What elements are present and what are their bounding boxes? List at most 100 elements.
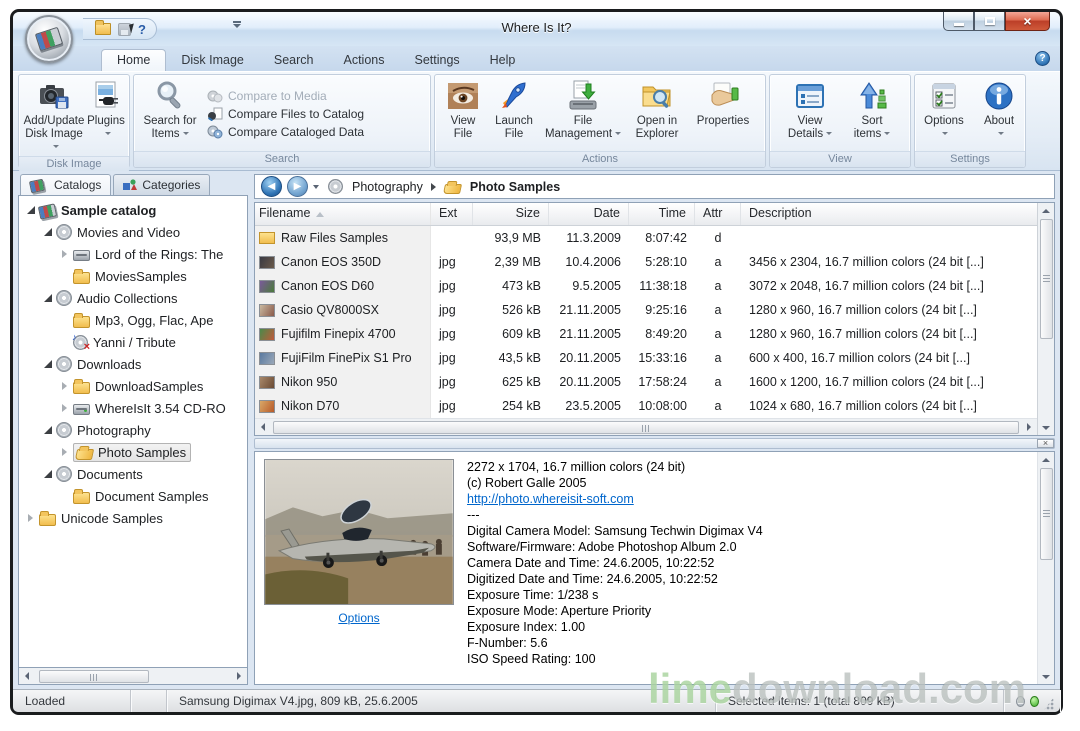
scrollbar-thumb[interactable] xyxy=(1040,219,1053,339)
expander-icon[interactable] xyxy=(42,424,54,436)
expander-icon[interactable] xyxy=(25,512,37,524)
compare-cataloged-data-button[interactable]: Compare Cataloged Data xyxy=(207,125,364,139)
scroll-down-icon[interactable] xyxy=(1038,420,1054,435)
ext-cell: jpg xyxy=(431,394,473,418)
breadcrumb-photo-samples[interactable]: Photo Samples xyxy=(470,180,560,194)
view-file-button[interactable]: ViewFile xyxy=(438,77,488,151)
table-horizontal-scrollbar[interactable] xyxy=(255,418,1037,435)
table-row[interactable]: Fujifilm Finepix 4700 jpg 609 kB 21.11.2… xyxy=(255,322,1037,346)
tab-settings[interactable]: Settings xyxy=(399,50,474,71)
table-row[interactable]: Casio QV8000SX jpg 526 kB 21.11.2005 9:2… xyxy=(255,298,1037,322)
preview-options-link[interactable]: Options xyxy=(338,611,379,625)
tree-item[interactable]: Mp3, Ogg, Flac, Ape xyxy=(21,309,247,331)
sort-items-button[interactable]: Sort items xyxy=(846,77,898,151)
table-row[interactable]: Nikon 950 jpg 625 kB 20.11.2005 17:58:24… xyxy=(255,370,1037,394)
tree-item[interactable]: Document Samples xyxy=(21,485,247,507)
tab-categories[interactable]: Categories xyxy=(113,174,210,195)
scroll-left-icon[interactable] xyxy=(255,420,271,435)
ribbon-help-button[interactable]: ? xyxy=(1035,51,1050,66)
add-update-disk-image-button[interactable]: Add/Update Disk Image xyxy=(22,77,86,156)
header-size[interactable]: Size xyxy=(473,203,549,225)
table-vertical-scrollbar[interactable] xyxy=(1037,203,1054,435)
nav-history-dropdown-icon[interactable] xyxy=(313,185,319,189)
search-for-items-button[interactable]: Search for Items xyxy=(137,77,203,151)
header-attr[interactable]: Attr xyxy=(695,203,741,225)
tree-item[interactable]: WhereIsIt 3.54 CD-RO xyxy=(21,397,247,419)
table-row[interactable]: FujiFilm FinePix S1 Pro jpg 43,5 kB 20.1… xyxy=(255,346,1037,370)
scroll-right-icon[interactable] xyxy=(1021,420,1037,435)
properties-button[interactable]: Properties xyxy=(688,77,758,151)
tree-horizontal-scrollbar[interactable] xyxy=(18,668,248,685)
open-catalog-icon[interactable] xyxy=(95,23,111,35)
tab-actions[interactable]: Actions xyxy=(328,50,399,71)
header-date[interactable]: Date xyxy=(549,203,629,225)
attr-cell: a xyxy=(695,370,741,394)
tree-item[interactable]: Documents xyxy=(21,463,247,485)
scroll-left-icon[interactable] xyxy=(19,669,35,684)
tree-item-selected[interactable]: Photo Samples xyxy=(21,441,247,463)
table-row[interactable]: Canon EOS D60 jpg 473 kB 9.5.2005 11:38:… xyxy=(255,274,1037,298)
compare-files-to-catalog-button[interactable]: Compare Files to Catalog xyxy=(207,107,364,121)
tree-item[interactable]: Lord of the Rings: The xyxy=(21,243,247,265)
expander-icon[interactable] xyxy=(59,380,71,392)
expander-icon[interactable] xyxy=(59,446,71,458)
scroll-up-icon[interactable] xyxy=(1038,203,1054,218)
app-menu-button[interactable] xyxy=(25,15,73,63)
tab-disk-image[interactable]: Disk Image xyxy=(166,50,259,71)
launch-file-button[interactable]: LaunchFile xyxy=(488,77,540,151)
tree-item[interactable]: Photography xyxy=(21,419,247,441)
expander-icon[interactable] xyxy=(59,248,71,260)
scrollbar-thumb[interactable] xyxy=(273,421,1019,434)
tree-item[interactable]: Unicode Samples xyxy=(21,507,247,529)
tree-item[interactable]: DownloadSamples xyxy=(21,375,247,397)
close-button[interactable]: × xyxy=(1005,12,1050,31)
tree-item[interactable]: Audio Collections xyxy=(21,287,247,309)
tree-item[interactable]: Sample catalog xyxy=(21,199,247,221)
maximize-button[interactable] xyxy=(974,12,1005,31)
tab-help[interactable]: Help xyxy=(475,50,531,71)
tree-item[interactable]: MoviesSamples xyxy=(21,265,247,287)
options-button[interactable]: Options xyxy=(918,77,970,151)
meta-website-link[interactable]: http://photo.whereisit-soft.com xyxy=(467,492,634,506)
tree-item[interactable]: Downloads xyxy=(21,353,247,375)
breadcrumb-photography[interactable]: Photography xyxy=(352,180,423,194)
qat-customize-dropdown-icon[interactable] xyxy=(233,24,241,28)
preview-vertical-scrollbar[interactable] xyxy=(1037,452,1054,684)
header-ext[interactable]: Ext xyxy=(431,203,473,225)
expander-icon[interactable] xyxy=(42,292,54,304)
header-filename[interactable]: Filename xyxy=(255,203,431,225)
preview-splitter[interactable]: × xyxy=(254,438,1055,449)
expander-icon[interactable] xyxy=(25,204,37,216)
expander-icon[interactable] xyxy=(59,402,71,414)
plugins-button[interactable]: Plugins xyxy=(86,77,126,156)
close-preview-button[interactable]: × xyxy=(1037,439,1054,448)
tab-home[interactable]: Home xyxy=(101,49,166,71)
minimize-button[interactable] xyxy=(943,12,974,31)
table-row[interactable]: Raw Files Samples 93,9 MB 11.3.2009 8:07… xyxy=(255,226,1037,250)
header-description[interactable]: Description xyxy=(741,203,1037,225)
back-button[interactable]: ◀ xyxy=(261,176,282,197)
scroll-right-icon[interactable] xyxy=(231,669,247,684)
expander-icon[interactable] xyxy=(42,468,54,480)
expander-icon[interactable] xyxy=(42,226,54,238)
table-row[interactable]: Canon EOS 350D jpg 2,39 MB 10.4.2006 5:2… xyxy=(255,250,1037,274)
table-row[interactable]: Nikon D70 jpg 254 kB 23.5.2005 10:08:00 … xyxy=(255,394,1037,418)
view-details-button[interactable]: View Details xyxy=(782,77,838,151)
scroll-down-icon[interactable] xyxy=(1038,669,1054,684)
about-button[interactable]: About xyxy=(976,77,1022,151)
tab-catalogs[interactable]: Catalogs xyxy=(20,174,111,195)
context-help-icon[interactable]: ? xyxy=(138,23,146,36)
scrollbar-thumb[interactable] xyxy=(39,670,149,683)
tree-item[interactable]: Movies and Video xyxy=(21,221,247,243)
open-in-explorer-button[interactable]: Open inExplorer xyxy=(626,77,688,151)
scrollbar-thumb[interactable] xyxy=(1040,468,1053,560)
header-time[interactable]: Time xyxy=(629,203,695,225)
file-management-button[interactable]: File Management xyxy=(540,77,626,151)
tree-item[interactable]: Yanni / Tribute xyxy=(21,331,247,353)
breadcrumb-separator-icon[interactable] xyxy=(431,183,436,191)
resize-grip[interactable] xyxy=(1044,697,1054,710)
forward-button[interactable]: ▶ xyxy=(287,176,308,197)
scroll-up-icon[interactable] xyxy=(1038,452,1054,467)
expander-icon[interactable] xyxy=(42,358,54,370)
tab-search[interactable]: Search xyxy=(259,50,329,71)
